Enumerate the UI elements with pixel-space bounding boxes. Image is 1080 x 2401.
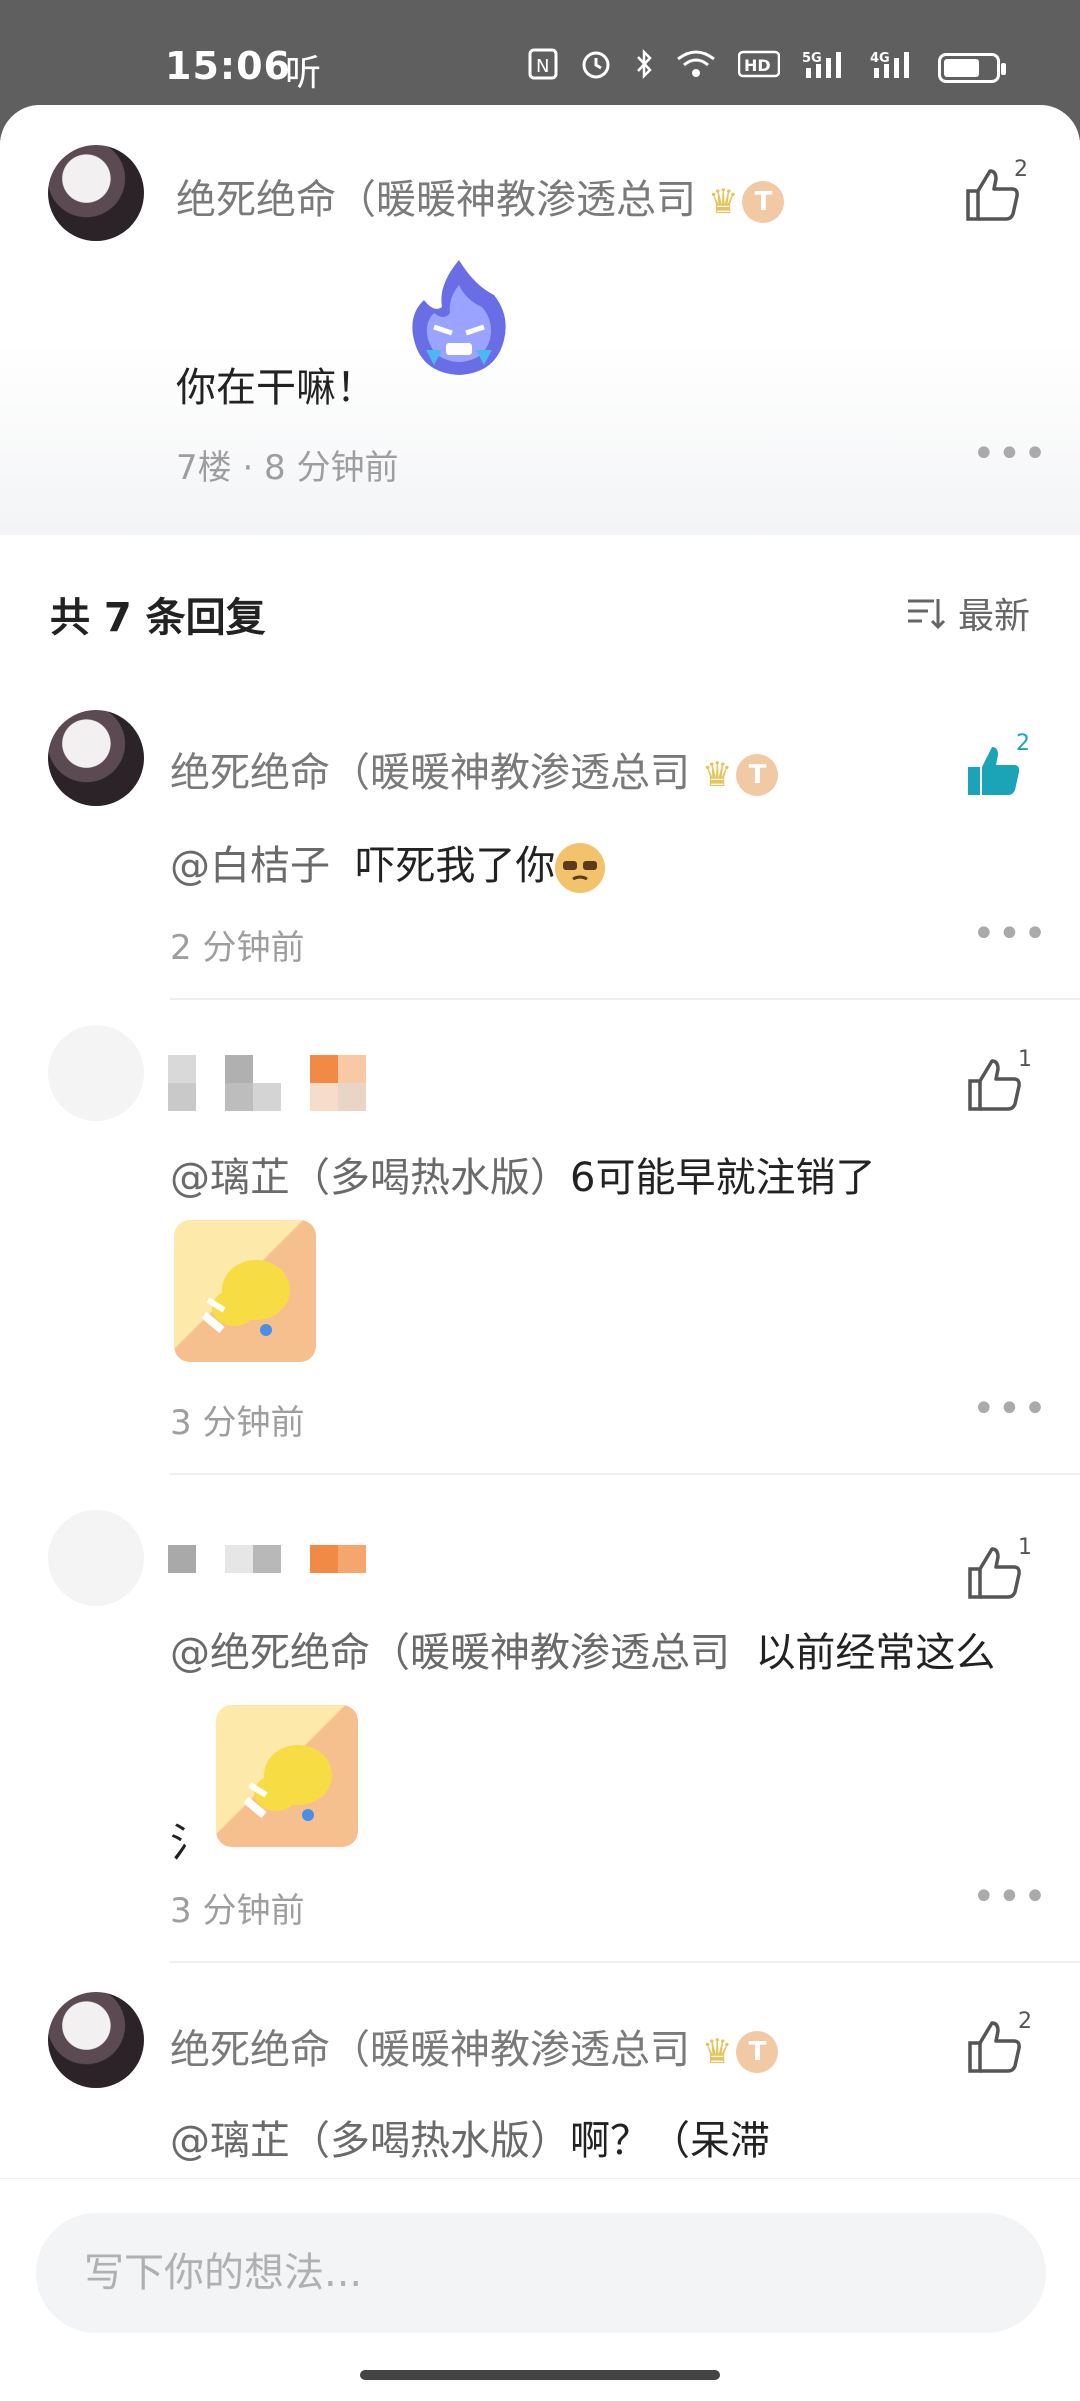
avatar[interactable] xyxy=(48,1992,144,2088)
status-icons: N HD 5G 4G xyxy=(528,48,1006,88)
avatar[interactable] xyxy=(48,710,144,806)
more-options-icon[interactable]: ••• xyxy=(972,1386,1049,1432)
duck-sticker-image[interactable] xyxy=(216,1705,358,1847)
like-icon[interactable] xyxy=(964,1055,1024,1115)
reply-body: 以前经常这么 xyxy=(755,1630,996,1676)
like-count: 1 xyxy=(1018,1047,1032,1072)
angry-flame-sticker-icon xyxy=(412,260,506,375)
author-name: 绝死绝命（暖暖神教渗透总司 xyxy=(176,177,696,223)
comment-text: 你在干嘛！ xyxy=(176,365,376,411)
avatar[interactable] xyxy=(48,145,144,241)
like-count: 2 xyxy=(1018,2009,1032,2034)
home-indicator[interactable] xyxy=(360,2370,720,2380)
reply-time: 3 分钟前 xyxy=(170,1403,305,1443)
alarm-icon xyxy=(580,48,612,88)
bluetooth-icon xyxy=(634,48,654,88)
reply-body: 啊？（呆滞 xyxy=(570,2118,770,2164)
svg-text:5G: 5G xyxy=(802,51,822,66)
author-name: 绝死绝命（暖暖神教渗透总司 xyxy=(170,2027,690,2073)
status-time: 15:06 xyxy=(165,44,291,88)
level-badge-icon: T xyxy=(736,754,779,796)
svg-text:N: N xyxy=(536,56,549,77)
more-options-icon[interactable]: ••• xyxy=(972,1874,1049,1920)
crown-badge-icon: ♛ xyxy=(702,2032,733,2072)
hd-icon: HD xyxy=(737,49,781,87)
reply-time: 3 分钟前 xyxy=(170,1891,305,1931)
level-badge-icon: T xyxy=(742,181,785,223)
svg-text:4G: 4G xyxy=(870,51,890,66)
nfc-icon: N xyxy=(528,48,558,88)
avatar[interactable] xyxy=(48,1510,144,1606)
status-bar: 15:06 听 N HD 5G 4G xyxy=(0,0,1080,110)
divider xyxy=(170,1473,1080,1475)
reply-text: @绝死绝命（暖暖神教渗透总司 以前经常这么 xyxy=(170,1620,995,1678)
reply-body: 6可能早就注销了 xyxy=(570,1155,876,1201)
divider xyxy=(170,998,1080,1000)
author-name: 绝死绝命（暖暖神教渗透总司 xyxy=(170,750,690,796)
comment-input[interactable]: 写下你的想法... xyxy=(36,2213,1046,2333)
reply-time: 2 分钟前 xyxy=(170,928,305,968)
like-count: 1 xyxy=(1018,1535,1032,1560)
wifi-icon xyxy=(676,49,716,87)
reply-body: 吓死我了你 xyxy=(355,843,556,889)
mention-link[interactable]: @白桔子 xyxy=(170,843,330,889)
mention-link[interactable]: @璃芷（多喝热水版） xyxy=(170,1155,570,1201)
sort-label: 最新 xyxy=(957,596,1030,637)
crown-badge-icon: ♛ xyxy=(708,182,739,222)
crown-badge-icon: ♛ xyxy=(702,755,733,795)
like-icon[interactable] xyxy=(962,165,1022,225)
sort-button[interactable]: 最新 xyxy=(906,587,1030,639)
like-icon[interactable] xyxy=(964,2017,1024,2077)
reply-author[interactable]: 绝死绝命（暖暖神教渗透总司 ♛ T xyxy=(170,740,779,798)
sort-icon xyxy=(907,599,946,630)
like-count: 2 xyxy=(1016,731,1030,756)
replies-sheet: 绝死绝命（暖暖神教渗透总司 ♛ T 2 你在干嘛！ 7楼 · 8 分钟前 ••• 共… xyxy=(0,105,1080,2400)
liked-icon[interactable] xyxy=(964,741,1024,801)
reply-text: @璃芷（多喝热水版）啊？（呆滞 xyxy=(170,2108,770,2166)
mention-link[interactable]: @绝死绝命（暖暖神教渗透总司 xyxy=(170,1630,730,1676)
sunglasses-emoji-icon xyxy=(555,843,606,893)
divider xyxy=(170,1961,1080,1963)
replies-count-title: 共 7 条回复 xyxy=(50,595,266,641)
battery-icon xyxy=(938,53,1006,83)
reply-author[interactable]: 绝死绝命（暖暖神教渗透总司 ♛ T xyxy=(170,2017,779,2075)
like-icon[interactable] xyxy=(964,1543,1024,1603)
mention-link[interactable]: @璃芷（多喝热水版） xyxy=(170,2118,570,2164)
reply-text: @璃芷（多喝热水版）6可能早就注销了 xyxy=(170,1145,875,1203)
comment-author[interactable]: 绝死绝命（暖暖神教渗透总司 ♛ T xyxy=(176,167,785,225)
avatar[interactable] xyxy=(48,1025,144,1121)
battery-level xyxy=(944,59,979,77)
like-count: 2 xyxy=(1014,157,1028,182)
reply-text-tail: 氵 xyxy=(170,1820,210,1866)
5g-signal-icon: 5G xyxy=(802,48,848,88)
svg-text:HD: HD xyxy=(744,56,771,75)
parent-comment: 绝死绝命（暖暖神教渗透总司 ♛ T 2 你在干嘛！ 7楼 · 8 分钟前 ••• xyxy=(0,105,1080,535)
more-options-icon[interactable]: ••• xyxy=(972,911,1049,957)
more-options-icon[interactable]: ••• xyxy=(972,431,1049,477)
level-badge-icon: T xyxy=(736,2031,779,2073)
comment-meta: 7楼 · 8 分钟前 xyxy=(176,448,399,488)
reply-text: @白桔子 吓死我了你 xyxy=(170,833,606,893)
listen-indicator: 听 xyxy=(285,53,322,94)
duck-sticker-image[interactable] xyxy=(174,1220,316,1362)
4g-signal-icon: 4G xyxy=(870,48,916,88)
